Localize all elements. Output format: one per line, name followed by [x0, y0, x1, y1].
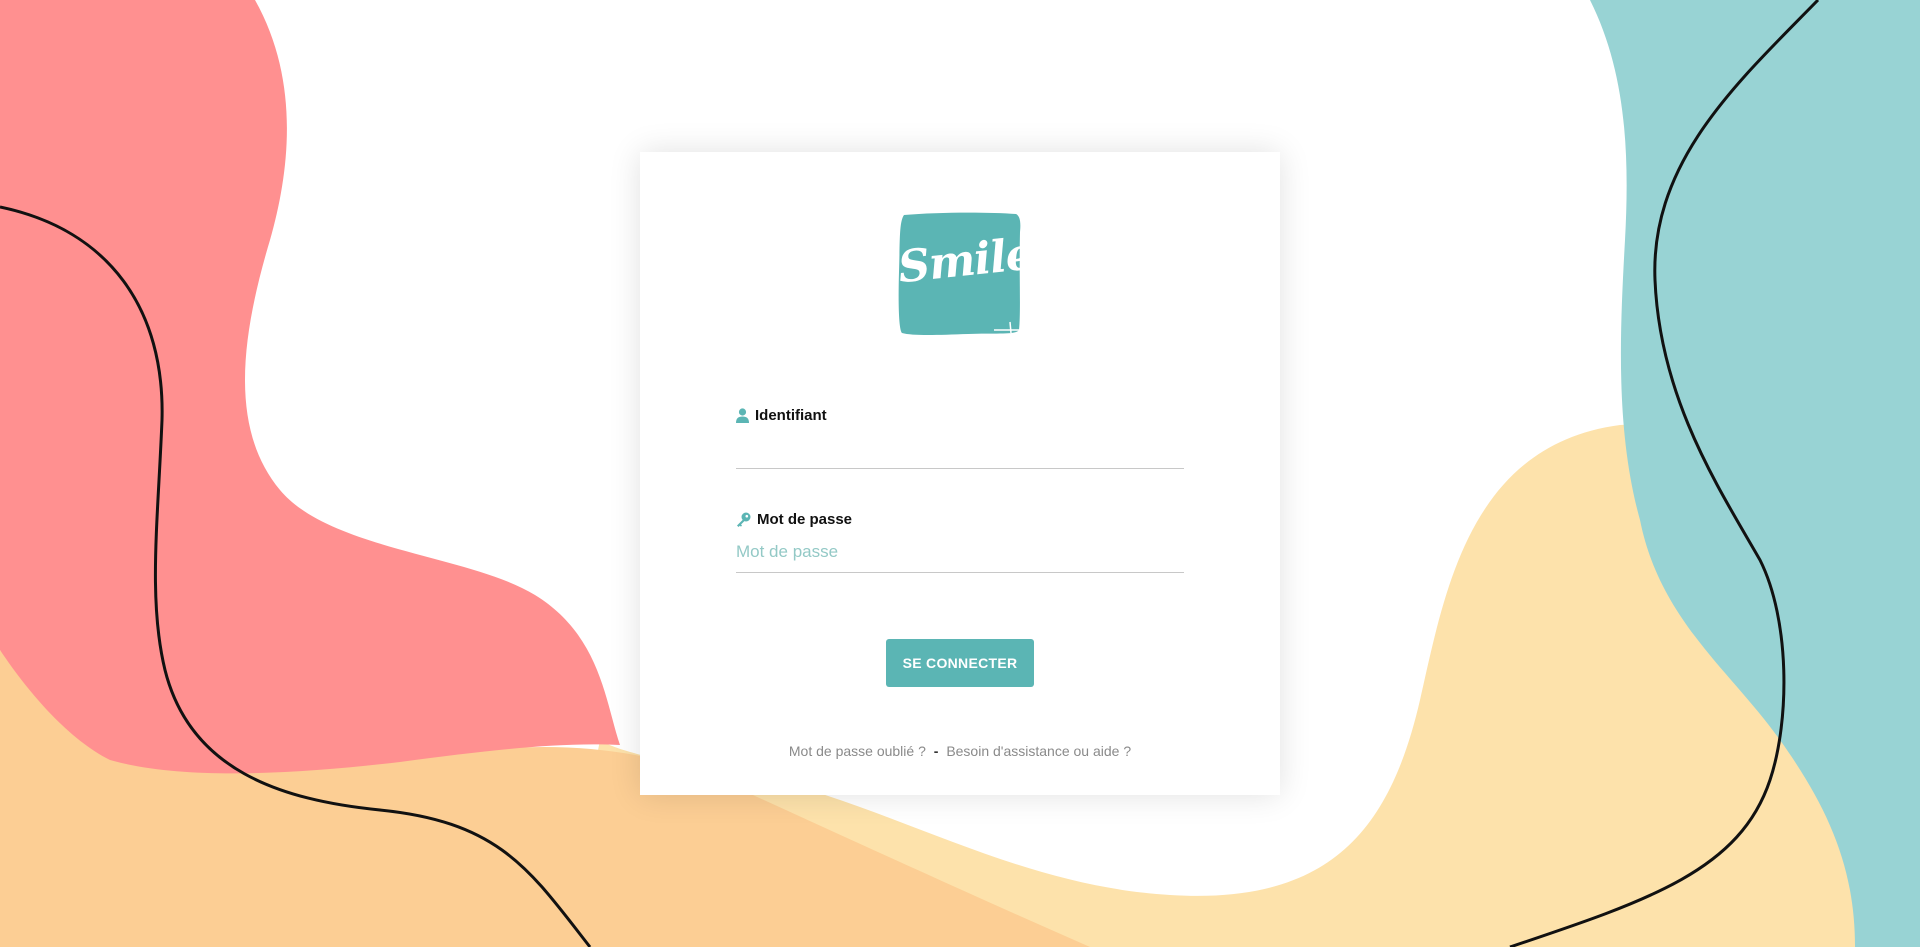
link-separator: - [933, 743, 939, 759]
key-icon [736, 512, 751, 527]
forgot-password-link[interactable]: Mot de passe oublié ? [789, 743, 926, 759]
identifiant-label-row: Identifiant [736, 407, 1184, 424]
footer-links: Mot de passe oublié ? - Besoin d'assista… [640, 743, 1280, 759]
help-link[interactable]: Besoin d'assistance ou aide ? [946, 743, 1131, 759]
login-button[interactable]: SE CONNECTER [886, 639, 1034, 687]
password-label-row: Mot de passe [736, 511, 1184, 528]
login-card: Smile Identifiant Mot de passe SE CONNEC… [640, 152, 1280, 795]
logo-text: Smile [895, 228, 1036, 294]
red-blob [0, 0, 620, 774]
identifiant-field: Identifiant [736, 407, 1184, 469]
user-icon [736, 408, 749, 423]
identifiant-input[interactable] [736, 424, 1184, 469]
password-field: Mot de passe [736, 511, 1184, 573]
identifiant-label: Identifiant [755, 407, 827, 424]
password-input[interactable] [736, 528, 1184, 573]
logo-text-wrap: Smile [895, 212, 1036, 336]
password-label: Mot de passe [757, 511, 853, 528]
login-page: Smile Identifiant Mot de passe SE CONNEC… [0, 0, 1920, 947]
